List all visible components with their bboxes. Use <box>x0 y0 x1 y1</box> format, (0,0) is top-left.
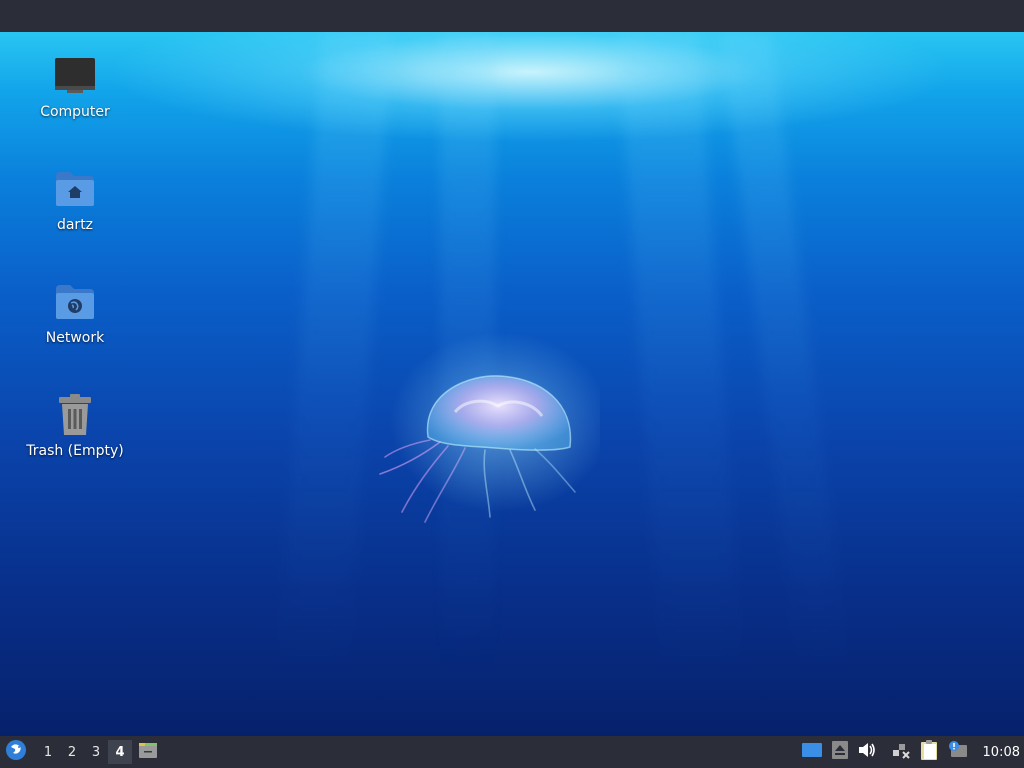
desktop-icon-label: Network <box>45 330 105 346</box>
network-folder-icon <box>51 278 99 326</box>
desktop-icon-trash[interactable]: Trash (Empty) <box>20 391 130 459</box>
whisker-menu-button[interactable] <box>0 736 32 768</box>
home-folder-icon <box>51 165 99 213</box>
system-tray: 10:08 <box>797 736 1024 768</box>
workspace-1[interactable]: 1 <box>36 740 60 764</box>
top-panel <box>0 0 1024 32</box>
light-ray <box>617 32 743 672</box>
notifications-button[interactable] <box>947 736 969 768</box>
desktop-background[interactable]: Computer dartz Network Trash (Empty) <box>0 32 1024 736</box>
computer-icon <box>51 52 99 100</box>
network-manager-button[interactable] <box>891 736 911 768</box>
workspace-4[interactable]: 4 <box>108 740 132 764</box>
network-icon <box>891 741 911 763</box>
workspace-display-icon <box>801 741 823 763</box>
desktop-icon-label: Computer <box>40 104 110 120</box>
trash-icon <box>51 391 99 439</box>
notification-icon <box>947 740 969 764</box>
workspace-2[interactable]: 2 <box>60 740 84 764</box>
workspace-display-button[interactable] <box>801 736 823 768</box>
desktop-icon-home-folder[interactable]: dartz <box>20 165 130 233</box>
desktop-icon-label: Trash (Empty) <box>26 443 124 459</box>
desktop-icon-network[interactable]: Network <box>20 278 130 346</box>
desktop-icon-label: dartz <box>56 217 94 233</box>
show-desktop-button[interactable] <box>138 736 158 768</box>
light-ray <box>720 32 850 672</box>
desktop-icon-computer[interactable]: Computer <box>20 52 130 120</box>
removable-drives-button[interactable] <box>831 736 849 768</box>
panel-clock[interactable]: 10:08 <box>983 745 1020 760</box>
clipboard-icon <box>919 739 939 765</box>
xfce-menu-icon <box>5 739 27 765</box>
show-desktop-icon <box>138 740 158 764</box>
eject-icon <box>831 740 849 764</box>
volume-button[interactable] <box>857 736 877 768</box>
workspace-3[interactable]: 3 <box>84 740 108 764</box>
bottom-panel: 1 2 3 4 10:08 <box>0 736 1024 768</box>
jellyfish-image <box>370 332 610 532</box>
clipboard-manager-button[interactable] <box>919 736 939 768</box>
volume-icon <box>857 741 877 763</box>
